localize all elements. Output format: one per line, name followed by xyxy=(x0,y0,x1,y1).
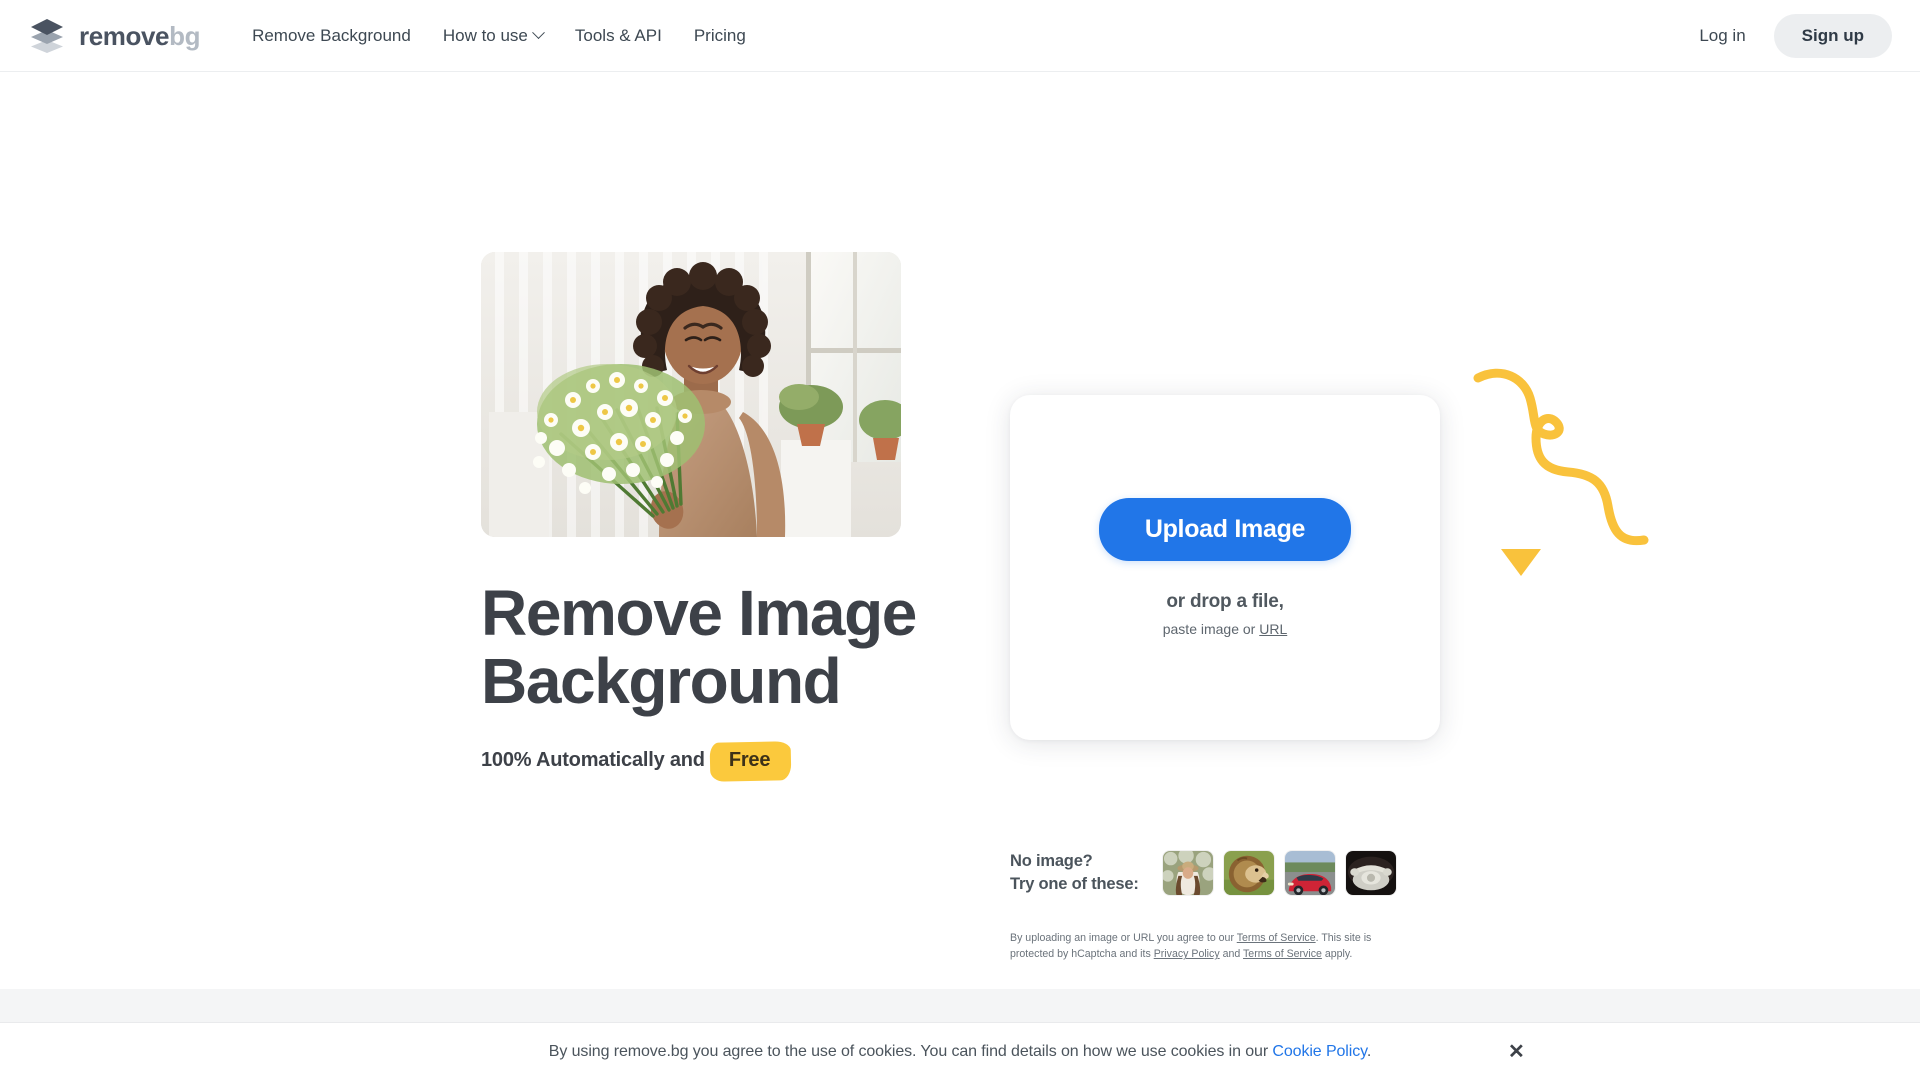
triangle-decoration xyxy=(1501,549,1541,576)
hero-image xyxy=(481,252,901,537)
paste-hint-prefix: paste image or xyxy=(1162,621,1256,637)
sample-images-label: No image? Try one of these: xyxy=(1010,850,1162,896)
legal-part-3: and xyxy=(1219,948,1244,961)
main-content: Remove Image Background 100% Automatical… xyxy=(0,72,1920,1080)
legal-part-1: By uploading an image or URL you agree t… xyxy=(1010,932,1237,944)
logo-text: removebg xyxy=(79,23,200,49)
nav-pricing-label: Pricing xyxy=(693,25,746,45)
page-title-line1: Remove Image xyxy=(481,577,917,649)
logo-text-remove: remove xyxy=(79,20,170,51)
logo[interactable]: removebg xyxy=(28,18,200,53)
nav-remove-background-label: Remove Background xyxy=(252,25,411,45)
paste-hint: paste image or URL xyxy=(1163,621,1288,637)
hero-subtitle: 100% Automatically and Free xyxy=(481,744,961,777)
logo-text-bg: bg xyxy=(169,20,201,51)
cookie-policy-link[interactable]: Cookie Policy xyxy=(1272,1043,1367,1060)
nav-tools-api[interactable]: Tools & API xyxy=(559,18,678,54)
sample-label-line2: Try one of these: xyxy=(1010,875,1139,893)
cookie-text-after: . xyxy=(1366,1042,1372,1060)
login-link[interactable]: Log in xyxy=(1685,18,1759,54)
sample-images-section: No image? Try one of these: xyxy=(1010,850,1397,896)
cookie-text-before: By using remove.bg you agree to the use … xyxy=(548,1042,1273,1060)
url-link[interactable]: URL xyxy=(1259,621,1287,637)
legal-part-4: apply. xyxy=(1321,948,1353,961)
drop-file-text: or drop a file, xyxy=(1166,591,1284,612)
nav-pricing[interactable]: Pricing xyxy=(678,18,762,54)
page-title: Remove Image Background xyxy=(481,579,961,716)
hero-subtitle-text: 100% Automatically and xyxy=(481,748,705,771)
nav-remove-background[interactable]: Remove Background xyxy=(236,18,427,54)
upload-image-button[interactable]: Upload Image xyxy=(1098,498,1352,561)
nav-how-to-use[interactable]: How to use xyxy=(427,18,559,54)
page-title-line2: Background xyxy=(481,645,842,718)
layers-icon xyxy=(28,18,66,53)
terms-of-service-link-2[interactable]: Terms of Service xyxy=(1243,948,1322,960)
page-bottom-strip xyxy=(0,989,1920,1022)
cookie-banner-text: By using remove.bg you agree to the use … xyxy=(548,1042,1372,1061)
close-icon[interactable]: ✕ xyxy=(1502,1036,1531,1068)
terms-of-service-link-1[interactable]: Terms of Service xyxy=(1237,932,1316,944)
hero-section: Remove Image Background 100% Automatical… xyxy=(481,252,961,777)
sample-thumbnail-lion[interactable] xyxy=(1223,850,1275,896)
site-header: removebg Remove Background How to use To… xyxy=(0,0,1920,72)
legal-disclaimer: By uploading an image or URL you agree t… xyxy=(1010,930,1412,963)
sample-thumbnail-list xyxy=(1162,850,1397,896)
free-badge: Free xyxy=(715,744,784,777)
chevron-down-icon xyxy=(532,26,545,40)
main-navigation: Remove Background How to use Tools & API… xyxy=(236,18,762,54)
privacy-policy-link[interactable]: Privacy Policy xyxy=(1154,948,1220,960)
upload-dropzone[interactable]: Upload Image or drop a file, paste image… xyxy=(1010,395,1440,740)
nav-tools-api-label: Tools & API xyxy=(574,25,662,45)
sample-thumbnail-red-car[interactable] xyxy=(1284,850,1336,896)
sample-thumbnail-woman-hat[interactable] xyxy=(1162,850,1214,896)
sample-thumbnail-telephone[interactable] xyxy=(1345,850,1397,896)
sample-label-line1: No image? xyxy=(1010,852,1093,871)
signup-button[interactable]: Sign up xyxy=(1773,13,1892,58)
squiggle-right-decoration xyxy=(1468,354,1668,589)
header-actions: Log in Sign up xyxy=(1685,13,1892,58)
cookie-banner: By using remove.bg you agree to the use … xyxy=(0,1022,1920,1080)
nav-how-to-use-label: How to use xyxy=(442,25,528,45)
